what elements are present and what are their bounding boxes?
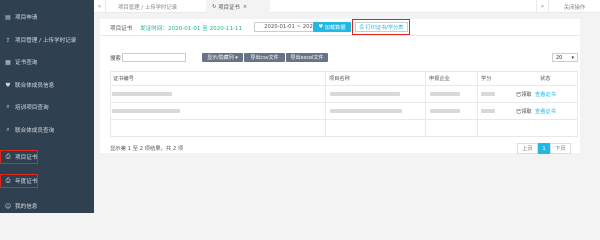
sidebar-item-member-query[interactable]: ⌕ 联合体成员查询 xyxy=(0,123,94,137)
panel-title: 项目证书 xyxy=(110,26,133,32)
sidebar-item-project-manage[interactable]: ⇪ 项目管理 / 上传学时记录 xyxy=(0,33,94,47)
page-size-select[interactable]: 20 ▾ xyxy=(552,53,578,62)
sidebar: ▤ 项目申请 ⇪ 项目管理 / 上传学时记录 ▦ 证书查询 ♥ 联合体成员信息 … xyxy=(0,0,94,213)
sidebar-item-label: 证书查询 xyxy=(15,60,38,66)
redacted-credits xyxy=(481,109,495,113)
column-header-project-name[interactable]: 项目名称 xyxy=(329,71,350,85)
sidebar-item-label: 联合体成员信息 xyxy=(15,83,55,89)
close-icon[interactable]: × xyxy=(243,4,247,10)
user-icon: ☺ xyxy=(4,202,12,210)
search-icon: ⌕ xyxy=(6,126,10,133)
search-input[interactable] xyxy=(122,53,186,62)
column-header-status[interactable]: 状态 xyxy=(540,71,550,85)
sidebar-item-label: 联合体成员查询 xyxy=(15,128,55,134)
tab-bar: « 项目管理 / 上传学时记录 ↻ 项目证书 × » 关闭操作 xyxy=(94,0,600,13)
sidebar-item-annual-cert[interactable]: ⎙ 年度证书 xyxy=(0,174,38,188)
redacted-company xyxy=(430,109,460,113)
export-csv-button[interactable]: 导出csv文件 xyxy=(244,53,285,62)
tab-scroll-right-button[interactable]: » xyxy=(536,0,548,13)
sidebar-item-cert-query[interactable]: ▦ 证书查询 xyxy=(0,55,94,69)
sidebar-item-label: 年度证书 xyxy=(15,179,38,185)
redacted-credits xyxy=(481,92,495,96)
print-icon: ⎙ xyxy=(5,177,11,184)
close-operations-button[interactable]: 关闭操作 xyxy=(548,0,600,13)
view-cert-link[interactable]: 查看证书 xyxy=(535,91,556,98)
status-text: 已领取 xyxy=(516,109,532,115)
prev-page-button[interactable]: 上页 xyxy=(517,143,538,154)
search-label: 搜索 xyxy=(110,56,121,62)
doc-icon: ▤ xyxy=(5,13,11,21)
sidebar-item-project-cert[interactable]: ⎙ 项目证书 xyxy=(0,150,38,164)
sidebar-item-member-info[interactable]: ♥ 联合体成员信息 xyxy=(0,78,94,92)
heart-icon: ♥ xyxy=(5,81,11,89)
row-divider xyxy=(110,85,578,86)
page-1-button[interactable]: 1 xyxy=(538,143,550,154)
certificate-icon: ▦ xyxy=(5,58,11,66)
sidebar-item-training-query[interactable]: ⌕ 培训项目查询 xyxy=(0,100,94,114)
sidebar-item-label: 培训项目查询 xyxy=(15,105,49,111)
load-data-button[interactable]: ♥ 加载数据 xyxy=(313,22,351,32)
load-data-label: 加载数据 xyxy=(324,24,346,31)
view-cert-link[interactable]: 查看证书 xyxy=(535,108,556,115)
status-text: 已领取 xyxy=(516,92,532,98)
redacted-project-name xyxy=(330,92,400,96)
pagination-summary: 显示第 1 至 2 项结果，共 2 项 xyxy=(110,146,184,152)
tab-label: 项目证书 xyxy=(218,4,240,11)
tab-label: 项目管理 / 上传学时记录 xyxy=(118,4,178,11)
next-page-button[interactable]: 下页 xyxy=(550,143,571,154)
redacted-company xyxy=(430,92,460,96)
print-cert-button[interactable]: ⎙ 打印证书/学分表 xyxy=(355,22,408,32)
column-header-company[interactable]: 申报企业 xyxy=(429,71,450,85)
issue-time-text: 发证时间：2020-01-01 至 2020-11-11 xyxy=(140,26,243,32)
page-size-value: 20 xyxy=(556,54,563,61)
tab-scroll-left-button[interactable]: « xyxy=(94,0,106,13)
sidebar-item-label: 我的信息 xyxy=(15,204,38,210)
print-cert-label: 打印证书/学分表 xyxy=(365,24,404,31)
column-header-cert-no[interactable]: 证书编号 xyxy=(113,71,134,85)
panel-header: 项目证书 发证时间：2020-01-01 至 2020-11-11 2020-0… xyxy=(100,19,580,36)
chevron-down-icon: ▾ xyxy=(571,54,574,61)
sidebar-item-label: 项目证书 xyxy=(15,155,38,161)
redacted-cert-no xyxy=(112,109,180,113)
export-excel-button[interactable]: 导出excel文件 xyxy=(286,53,328,62)
tab-project-cert[interactable]: ↻ 项目证书 × xyxy=(206,0,270,13)
toggle-columns-button[interactable]: 显示/隐藏列 ▾ xyxy=(202,53,243,62)
upload-icon: ⇪ xyxy=(5,36,11,44)
search-icon: ⌕ xyxy=(6,103,10,110)
row-divider xyxy=(110,102,578,103)
sidebar-item-my-info[interactable]: ☺ 我的信息 xyxy=(0,199,94,213)
main-panel: 项目证书 发证时间：2020-01-01 至 2020-11-11 2020-0… xyxy=(100,19,580,154)
sidebar-item-project-apply[interactable]: ▤ 项目申请 xyxy=(0,10,94,24)
column-divider xyxy=(477,71,478,137)
redacted-cert-no xyxy=(112,92,172,96)
tab-project-manage[interactable]: 项目管理 / 上传学时记录 xyxy=(108,0,206,13)
redacted-project-name xyxy=(330,109,402,113)
column-divider xyxy=(425,71,426,137)
column-divider xyxy=(325,71,326,137)
row-divider xyxy=(110,119,578,120)
sidebar-item-label: 项目申请 xyxy=(15,15,38,21)
print-icon: ⎙ xyxy=(5,153,11,160)
sidebar-item-label: 项目管理 / 上传学时记录 xyxy=(15,38,77,44)
column-header-credits[interactable]: 学分 xyxy=(481,71,491,85)
